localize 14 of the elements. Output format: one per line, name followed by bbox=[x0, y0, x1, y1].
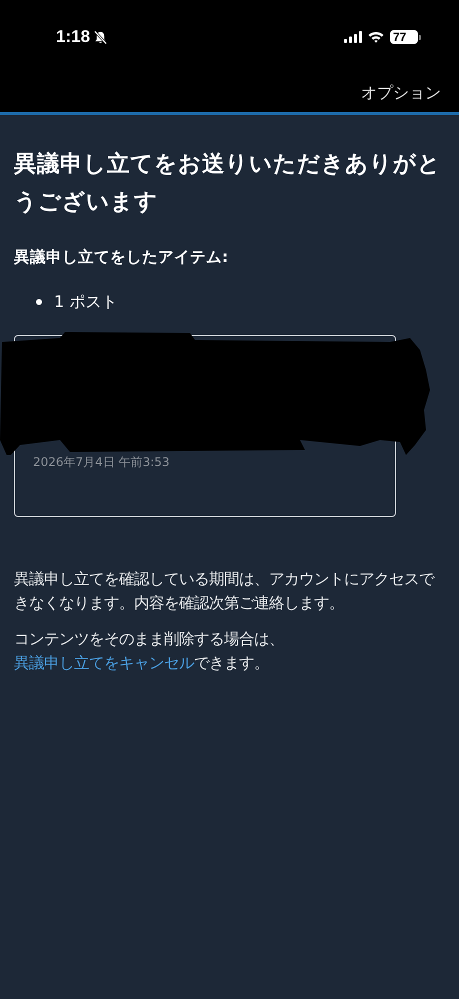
bullet-icon bbox=[36, 299, 42, 305]
battery-icon: 77 bbox=[390, 30, 421, 44]
paragraph: コンテンツをそのまま削除する場合は、 異議申し立てをキャンセルできます。 bbox=[14, 629, 285, 674]
bell-slash-icon bbox=[93, 30, 108, 44]
options-button[interactable]: オプション bbox=[343, 82, 459, 104]
page-title: 異議申し立てをお送りいただきありがとうございます bbox=[14, 150, 442, 217]
items-heading: 異議申し立てをしたアイテム: bbox=[14, 247, 230, 268]
cancel-appeal-link[interactable]: 異議申し立てをキャンセル bbox=[14, 654, 194, 672]
paragraph: 異議申し立てを確認している期間は、アカウントにアクセスできなくなります。内容を確認次第ご連絡します。 bbox=[14, 569, 436, 614]
post-date: 2026年7月4日 午前3:53 bbox=[33, 454, 170, 471]
list-item: 1 ポスト bbox=[54, 291, 118, 313]
status-time: 1:18 bbox=[56, 27, 90, 47]
signal-icon bbox=[344, 31, 362, 43]
wifi-icon bbox=[368, 31, 384, 43]
